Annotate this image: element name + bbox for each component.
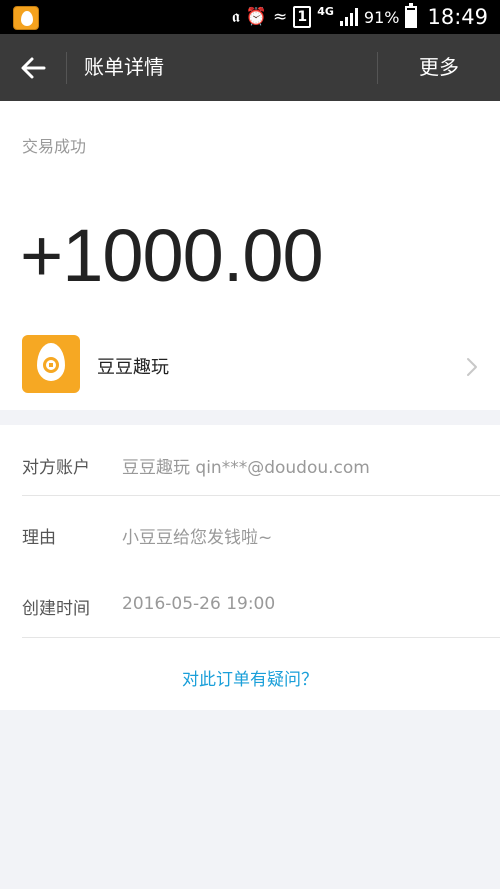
transaction-summary: 交易成功 +1000.00 豆豆趣玩: [0, 101, 500, 410]
transaction-amount: +1000.00: [20, 214, 324, 297]
signal-icon: [339, 8, 358, 26]
status-bar: 𝖆 ⏰ ≈ 1 4G 91% 18:49: [0, 0, 500, 34]
merchant-name: 豆豆趣玩: [97, 357, 169, 378]
detail-value: 豆豆趣玩 qin***@doudou.com: [122, 458, 370, 478]
back-button[interactable]: [8, 44, 58, 92]
merchant-row[interactable]: 豆豆趣玩: [0, 327, 500, 410]
alarm-icon: ⏰: [245, 6, 267, 27]
detail-value: 2016-05-26 19:00: [122, 594, 276, 614]
detail-label: 对方账户: [22, 458, 90, 478]
order-question-link[interactable]: 对此订单有疑问？: [0, 665, 500, 690]
detail-label: 创建时间: [22, 599, 90, 619]
arrow-left-icon: [21, 57, 46, 79]
network-type: 4G: [317, 4, 334, 18]
more-button[interactable]: 更多: [378, 34, 500, 101]
doudou-logo-icon: [22, 335, 80, 393]
divider: [66, 52, 67, 84]
sim-card-icon: 1: [293, 6, 312, 28]
detail-label: 理由: [22, 528, 56, 548]
detail-value: 小豆豆给您发钱啦~: [122, 528, 273, 548]
divider: [22, 637, 500, 638]
battery-icon: [405, 3, 418, 28]
clock: 18:49: [427, 5, 488, 29]
transaction-details: 对方账户 豆豆趣玩 qin***@doudou.com 理由 小豆豆给您发钱啦~…: [0, 425, 500, 710]
battery-percent: 91%: [363, 7, 400, 27]
transaction-status: 交易成功: [22, 137, 87, 156]
doudou-app-icon: [13, 6, 39, 30]
chevron-right-icon: [467, 358, 477, 376]
wifi-icon: ≈: [272, 6, 288, 27]
divider: [22, 495, 500, 496]
page-title: 账单详情: [84, 55, 164, 79]
mute-icon: 𝖆: [231, 6, 240, 27]
top-bar: 账单详情 更多: [0, 34, 500, 101]
